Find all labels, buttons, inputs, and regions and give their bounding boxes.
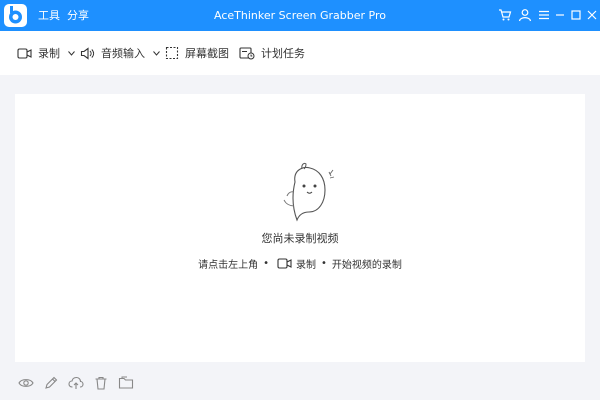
minimize-icon[interactable] <box>553 8 567 22</box>
toolbar: 录制 音频输入 屏幕截图 计划任务 <box>0 31 600 75</box>
title-bar: 工具 分享 AceThinker Screen Grabber Pro <box>0 0 600 31</box>
video-camera-icon <box>277 257 292 269</box>
upload-icon[interactable] <box>68 375 84 391</box>
cart-icon[interactable] <box>498 8 512 22</box>
schedule-task-button[interactable]: 计划任务 <box>239 31 305 75</box>
recordings-list-panel: 您尚未录制视频 请点击左上角 • 录制 • 开始视频的录制 <box>15 94 585 362</box>
record-label: 录制 <box>38 47 60 60</box>
maximize-icon[interactable] <box>569 8 583 22</box>
hint-suffix: 开始视频的录制 <box>331 259 402 271</box>
hint-record: 录制 <box>296 259 316 271</box>
screenshot-label: 屏幕截图 <box>185 47 229 60</box>
folder-icon[interactable] <box>118 375 134 391</box>
menu-icon[interactable] <box>537 8 551 22</box>
schedule-task-label: 计划任务 <box>261 47 305 60</box>
chevron-down-icon <box>68 50 75 56</box>
delete-icon[interactable] <box>93 375 109 391</box>
close-icon[interactable] <box>585 8 599 22</box>
schedule-icon <box>239 47 255 60</box>
edit-icon[interactable] <box>43 375 59 391</box>
screenshot-button[interactable]: 屏幕截图 <box>165 31 229 75</box>
user-icon[interactable] <box>518 8 532 22</box>
empty-state-hint: 请点击左上角 • 录制 • 开始视频的录制 <box>15 255 585 271</box>
audio-input-button[interactable]: 音频输入 <box>80 31 160 75</box>
hint-dot: • <box>263 257 269 269</box>
hint-prefix: 请点击左上角 <box>198 259 259 271</box>
empty-state-title: 您尚未录制视频 <box>261 232 339 245</box>
hint-dot: • <box>321 257 327 269</box>
chevron-down-icon <box>153 50 160 56</box>
speaker-icon <box>80 46 95 60</box>
bottom-toolbar <box>0 368 600 400</box>
empty-mascot-icon <box>283 162 335 222</box>
crop-screenshot-icon <box>165 46 179 60</box>
preview-icon[interactable] <box>18 375 34 391</box>
audio-input-label: 音频输入 <box>101 47 145 60</box>
record-button[interactable]: 录制 <box>17 31 75 75</box>
video-camera-icon <box>17 47 32 59</box>
